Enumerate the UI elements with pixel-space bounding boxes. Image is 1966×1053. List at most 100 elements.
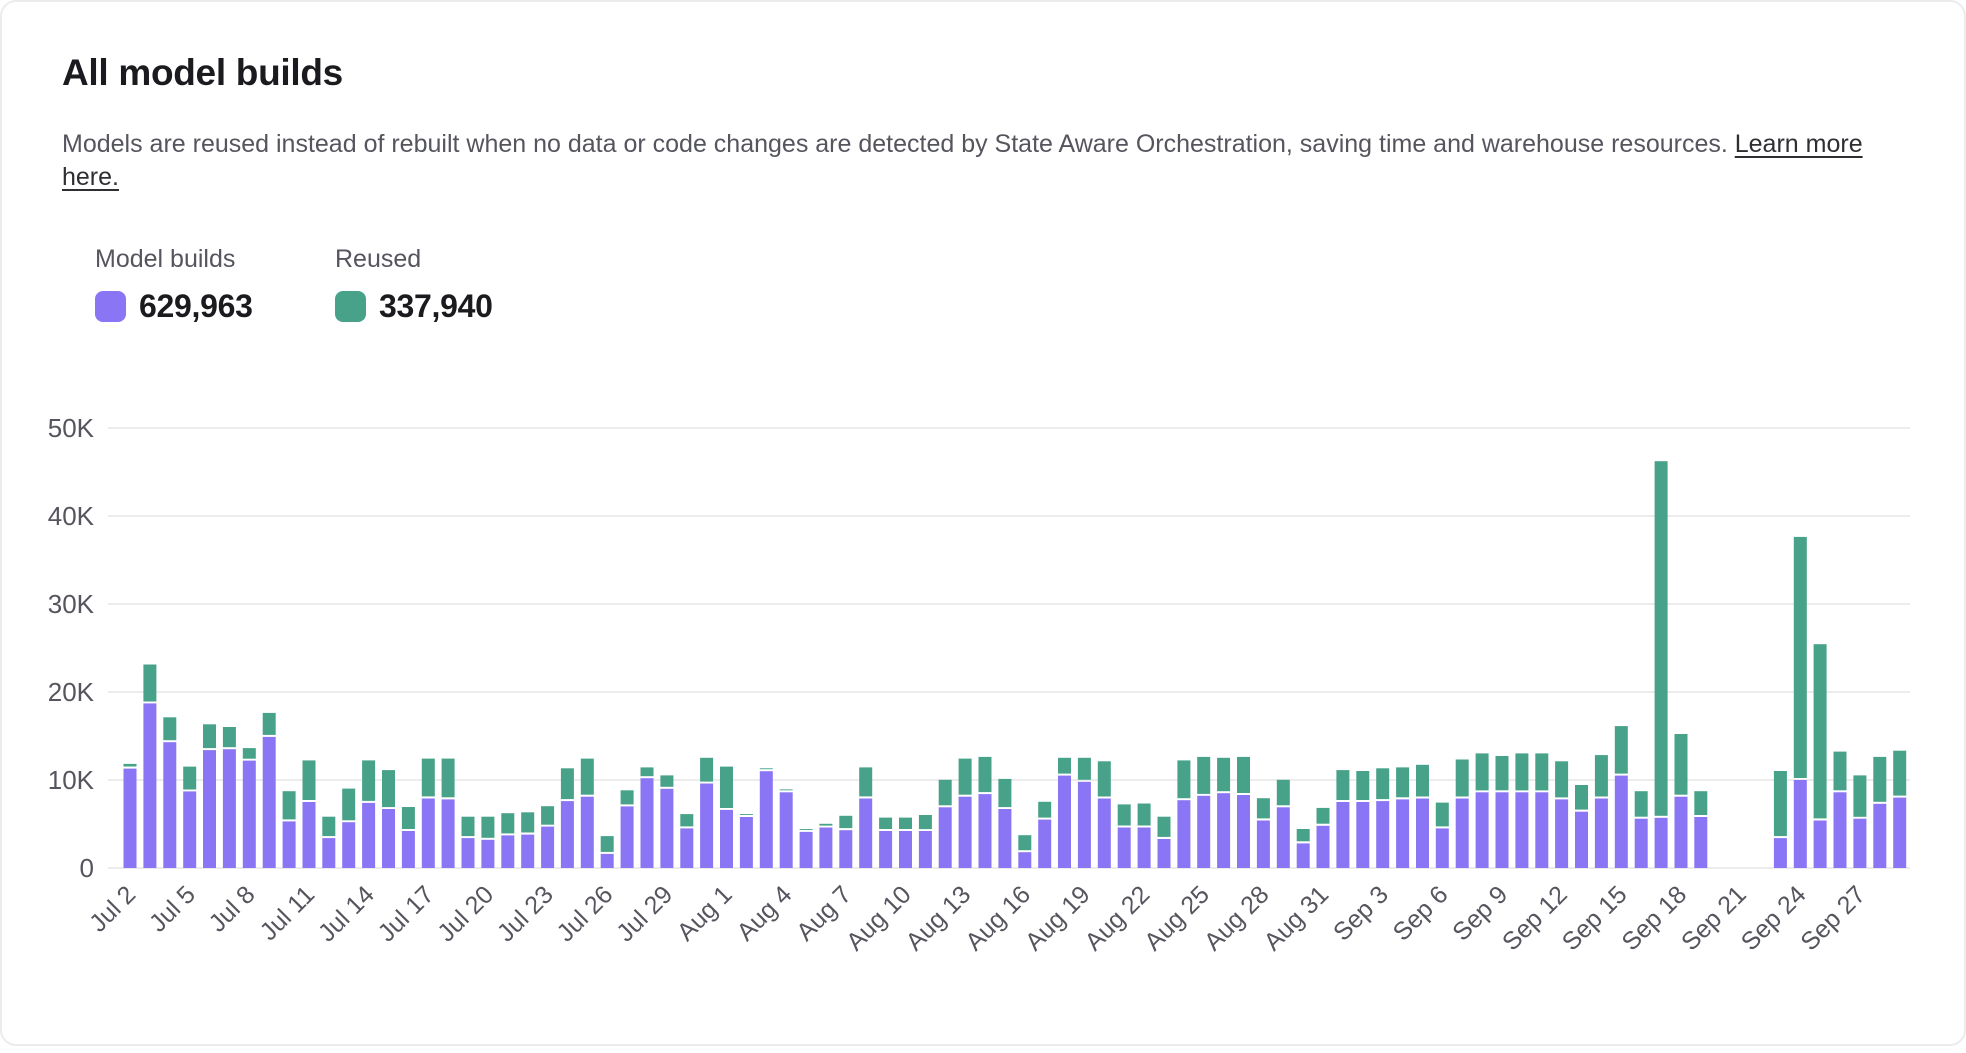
- bar-reused[interactable]: [800, 829, 813, 830]
- bar-model-builds[interactable]: [1396, 799, 1409, 868]
- bar-reused[interactable]: [700, 758, 713, 782]
- bar-model-builds[interactable]: [1277, 807, 1290, 868]
- bar-reused[interactable]: [1336, 770, 1349, 800]
- bar-reused[interactable]: [1058, 758, 1071, 774]
- bar-reused[interactable]: [1675, 734, 1688, 795]
- bar-model-builds[interactable]: [1376, 801, 1389, 868]
- bar-reused[interactable]: [680, 814, 693, 826]
- bar-reused[interactable]: [899, 818, 912, 829]
- bar-model-builds[interactable]: [1336, 802, 1349, 868]
- bar-model-builds[interactable]: [1635, 819, 1648, 868]
- bar-reused[interactable]: [939, 780, 952, 806]
- bar-model-builds[interactable]: [1575, 812, 1588, 868]
- bar-model-builds[interactable]: [1416, 799, 1429, 869]
- bar-model-builds[interactable]: [263, 737, 276, 868]
- bar-model-builds[interactable]: [442, 799, 455, 868]
- bar-model-builds[interactable]: [283, 821, 296, 868]
- bar-model-builds[interactable]: [1496, 792, 1509, 868]
- bar-model-builds[interactable]: [800, 832, 813, 868]
- bar-reused[interactable]: [1456, 760, 1469, 797]
- bar-model-builds[interactable]: [1675, 797, 1688, 868]
- bar-reused[interactable]: [1038, 802, 1051, 818]
- bar-model-builds[interactable]: [462, 838, 475, 868]
- bar-reused[interactable]: [660, 775, 673, 786]
- bar-model-builds[interactable]: [1158, 839, 1171, 868]
- bar-reused[interactable]: [760, 768, 773, 769]
- bar-model-builds[interactable]: [223, 749, 236, 868]
- bar-model-builds[interactable]: [422, 799, 435, 869]
- bar-reused[interactable]: [621, 790, 634, 804]
- bar-model-builds[interactable]: [1476, 792, 1489, 868]
- bar-reused[interactable]: [1873, 757, 1886, 802]
- bar-reused[interactable]: [1177, 760, 1190, 798]
- bar-reused[interactable]: [601, 836, 614, 852]
- bar-model-builds[interactable]: [1098, 799, 1111, 869]
- bar-reused[interactable]: [203, 724, 216, 748]
- bar-reused[interactable]: [780, 789, 793, 790]
- bar-reused[interactable]: [1496, 756, 1509, 790]
- bar-model-builds[interactable]: [541, 827, 554, 868]
- bar-reused[interactable]: [402, 807, 415, 829]
- bar-model-builds[interactable]: [1834, 792, 1847, 868]
- bar-model-builds[interactable]: [1018, 852, 1031, 868]
- bar-model-builds[interactable]: [1197, 796, 1210, 868]
- bar-reused[interactable]: [998, 779, 1011, 807]
- bar-reused[interactable]: [1217, 758, 1230, 791]
- bar-reused[interactable]: [283, 791, 296, 819]
- bar-reused[interactable]: [1436, 803, 1449, 827]
- bar-model-builds[interactable]: [1873, 804, 1886, 868]
- bar-reused[interactable]: [362, 760, 375, 801]
- bar-reused[interactable]: [124, 764, 137, 767]
- bar-model-builds[interactable]: [1694, 817, 1707, 868]
- bar-reused[interactable]: [1257, 798, 1270, 818]
- bar-model-builds[interactable]: [124, 769, 137, 868]
- bar-reused[interactable]: [1396, 767, 1409, 797]
- bar-model-builds[interactable]: [303, 802, 316, 868]
- bar-model-builds[interactable]: [1794, 780, 1807, 868]
- bar-reused[interactable]: [1138, 804, 1151, 826]
- bar-reused[interactable]: [541, 806, 554, 825]
- bar-reused[interactable]: [641, 767, 654, 776]
- bar-reused[interactable]: [1615, 726, 1628, 774]
- bar-reused[interactable]: [501, 813, 514, 833]
- bar-model-builds[interactable]: [1615, 776, 1628, 868]
- bar-model-builds[interactable]: [1853, 819, 1866, 868]
- bar-reused[interactable]: [1277, 780, 1290, 806]
- bar-reused[interactable]: [322, 817, 335, 836]
- bar-model-builds[interactable]: [859, 799, 872, 869]
- bar-model-builds[interactable]: [839, 830, 852, 868]
- bar-reused[interactable]: [243, 748, 256, 759]
- bar-model-builds[interactable]: [740, 817, 753, 868]
- bar-reused[interactable]: [979, 757, 992, 792]
- bar-model-builds[interactable]: [322, 838, 335, 868]
- bar-reused[interactable]: [1535, 753, 1548, 790]
- bar-model-builds[interactable]: [1356, 802, 1369, 868]
- bar-model-builds[interactable]: [959, 797, 972, 868]
- bar-reused[interactable]: [919, 815, 932, 829]
- bar-reused[interactable]: [1158, 817, 1171, 837]
- bar-model-builds[interactable]: [998, 809, 1011, 868]
- bar-model-builds[interactable]: [342, 822, 355, 868]
- bar-model-builds[interactable]: [601, 854, 614, 868]
- bar-reused[interactable]: [521, 812, 534, 832]
- bar-model-builds[interactable]: [919, 831, 932, 868]
- bar-reused[interactable]: [183, 767, 196, 790]
- bar-reused[interactable]: [1356, 771, 1369, 800]
- bar-model-builds[interactable]: [581, 797, 594, 868]
- bar-reused[interactable]: [1376, 768, 1389, 799]
- bar-model-builds[interactable]: [1118, 828, 1131, 869]
- bar-reused[interactable]: [581, 759, 594, 795]
- bar-model-builds[interactable]: [1257, 821, 1270, 869]
- bar-reused[interactable]: [1515, 753, 1528, 790]
- bar-model-builds[interactable]: [1774, 838, 1787, 868]
- bar-reused[interactable]: [859, 767, 872, 796]
- bar-model-builds[interactable]: [1655, 818, 1668, 868]
- bar-reused[interactable]: [1078, 758, 1091, 780]
- bar-model-builds[interactable]: [1535, 792, 1548, 868]
- bar-model-builds[interactable]: [521, 835, 534, 868]
- bar-reused[interactable]: [959, 759, 972, 795]
- bar-model-builds[interactable]: [501, 835, 514, 868]
- bar-reused[interactable]: [1297, 829, 1310, 841]
- bar-model-builds[interactable]: [1078, 782, 1091, 868]
- bar-model-builds[interactable]: [183, 791, 196, 868]
